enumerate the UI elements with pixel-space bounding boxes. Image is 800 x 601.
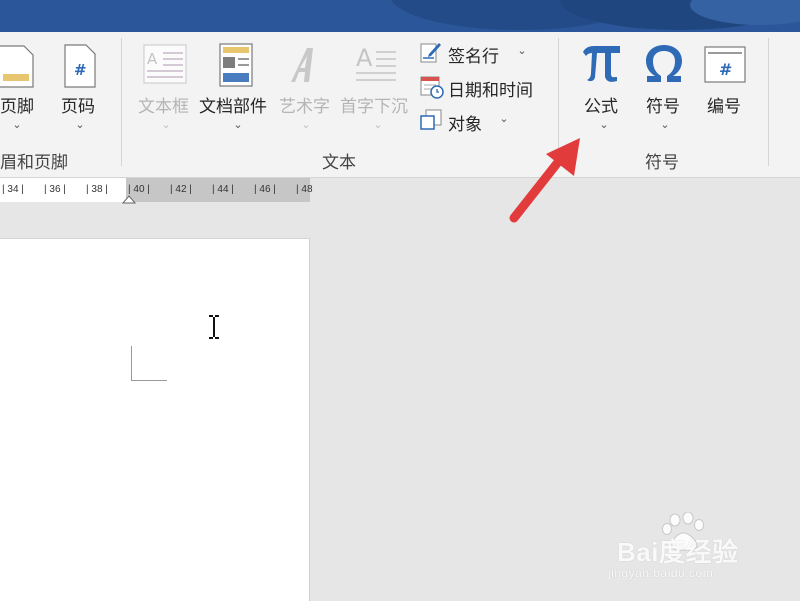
chevron-down-icon: ⌄	[517, 45, 527, 57]
group-separator	[768, 38, 769, 166]
document-page[interactable]	[0, 238, 310, 601]
footer-icon	[0, 45, 34, 88]
footer-label: 页脚	[0, 97, 34, 116]
watermark-brand: Bai度经验	[617, 537, 739, 567]
drop-cap-label: 首字下沉	[340, 97, 408, 116]
ribbon-insert-tab: 页脚 ⌄ # 页码 ⌄ 眉和页脚 A 文本框 ⌄ 文档部件 ⌄ 艺术字 ⌄ A …	[0, 32, 800, 178]
svg-text:A: A	[356, 44, 373, 72]
signature-line-icon	[420, 43, 441, 63]
ruler-tick: | 46 |	[254, 184, 276, 195]
omega-icon	[646, 45, 682, 82]
quick-parts-label: 文档部件	[199, 97, 267, 116]
date-time-label: 日期和时间	[448, 81, 533, 100]
ruler-tick: | 34 |	[2, 184, 24, 195]
text-cursor-icon	[209, 315, 219, 339]
title-bar	[0, 0, 800, 32]
text-box-label: 文本框	[138, 97, 189, 116]
page-number-label: 页码	[61, 97, 95, 116]
wordart-icon	[291, 48, 313, 82]
svg-text:A: A	[147, 50, 158, 68]
red-arrow-icon	[509, 138, 580, 223]
chevron-down-icon: ⌄	[599, 119, 609, 131]
chevron-down-icon: ⌄	[161, 119, 171, 131]
group-label-header-footer: 眉和页脚	[0, 153, 68, 172]
symbol-label: 符号	[646, 97, 680, 116]
equation-label: 公式	[584, 97, 618, 116]
chevron-down-icon: ⌄	[373, 119, 383, 131]
chevron-down-icon: ⌄	[660, 119, 670, 131]
ruler-tick: | 42 |	[170, 184, 192, 195]
object-label: 对象	[448, 115, 482, 134]
margin-corner-mark	[131, 346, 167, 381]
group-label-symbols: 符号	[645, 153, 679, 172]
svg-text:#: #	[719, 60, 732, 79]
calendar-clock-icon	[420, 76, 444, 99]
ruler-tick: | 44 |	[212, 184, 234, 195]
ruler-tick: | 38 |	[86, 184, 108, 195]
group-label-text: 文本	[322, 153, 356, 172]
chevron-down-icon: ⌄	[12, 119, 22, 131]
wordart-label: 艺术字	[279, 97, 330, 116]
chevron-down-icon: ⌄	[301, 119, 311, 131]
watermark-url: jingyan.baidu.com	[608, 566, 714, 580]
chevron-down-icon: ⌄	[233, 119, 243, 131]
group-separator	[121, 38, 122, 166]
horizontal-ruler[interactable]: | 34 | | 36 | | 38 | | 40 | | 42 | | 44 …	[0, 178, 313, 204]
signature-line-label: 签名行	[448, 47, 499, 66]
ruler-tick: | 36 |	[44, 184, 66, 195]
page-number-icon: #	[64, 44, 96, 88]
object-icon	[420, 109, 442, 130]
ruler-tick: | 48	[296, 184, 313, 195]
drop-cap-icon: A	[356, 44, 396, 81]
number-sign-icon: #	[704, 46, 746, 83]
quick-parts-icon	[219, 43, 253, 87]
right-indent-marker-icon[interactable]	[122, 192, 136, 204]
chevron-down-icon: ⌄	[499, 113, 509, 125]
text-box-icon: A	[143, 44, 187, 84]
svg-text:#: #	[74, 61, 87, 79]
numbering-label: 编号	[707, 97, 741, 116]
chevron-down-icon: ⌄	[75, 119, 85, 131]
pi-icon	[583, 46, 620, 82]
